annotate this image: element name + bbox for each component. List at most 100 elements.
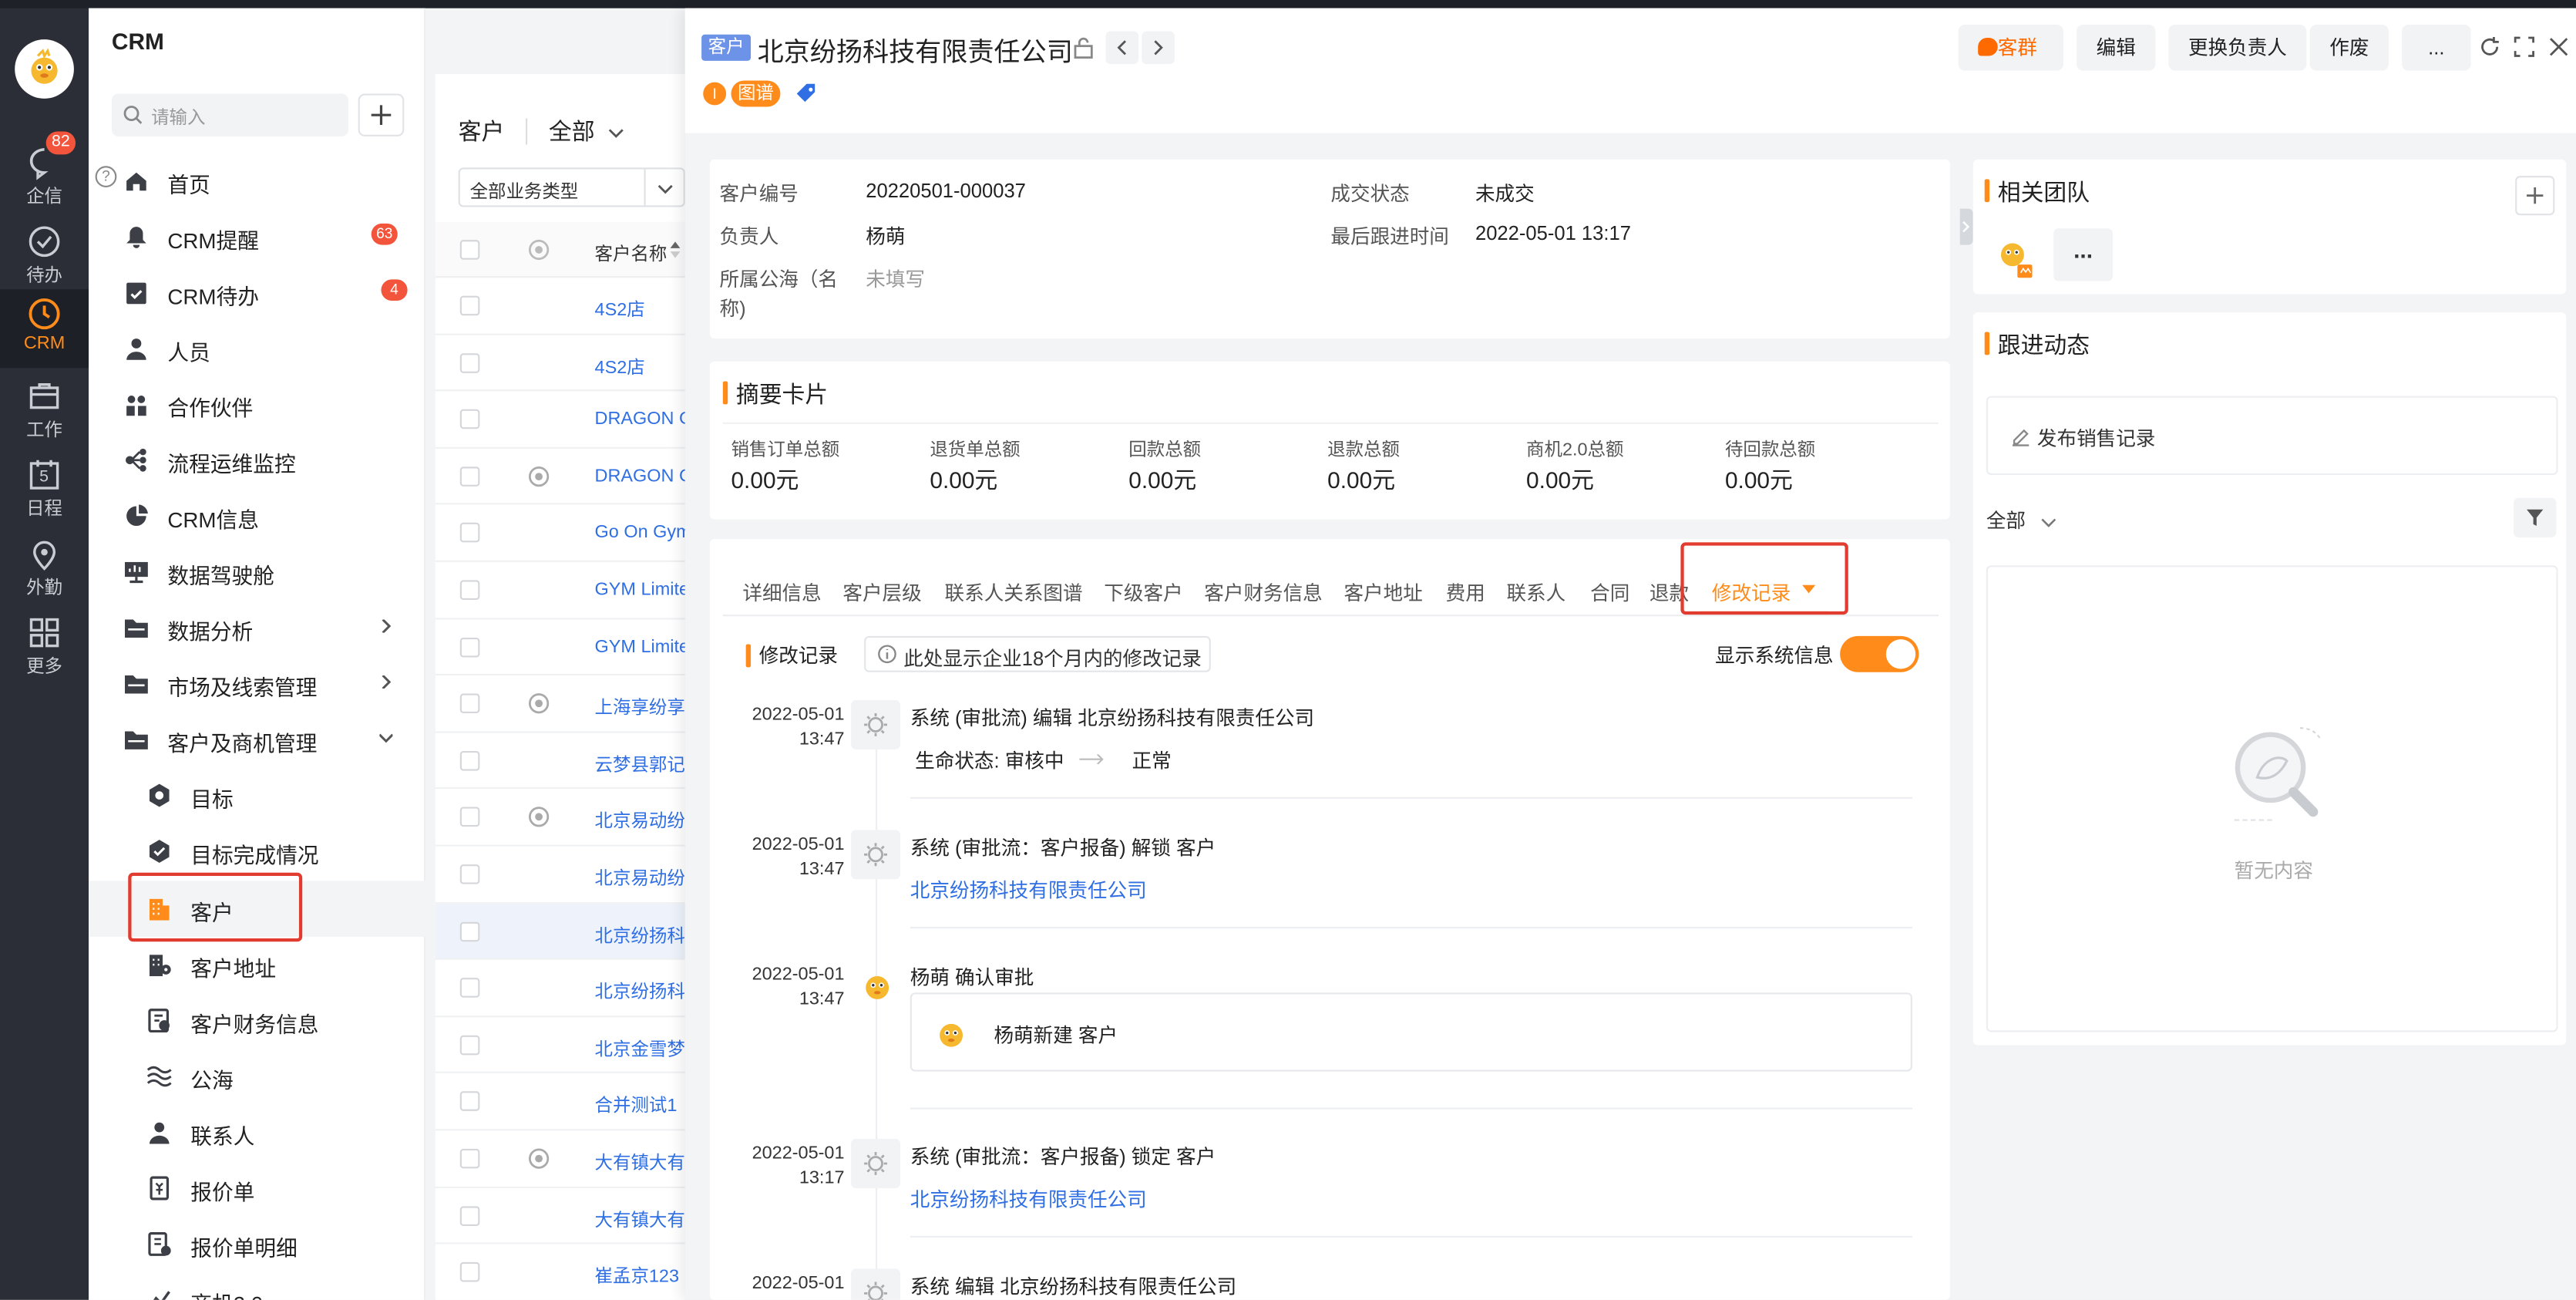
customer-link[interactable]: 北京纷扬科技有限责任公司 xyxy=(910,1185,1147,1213)
fullscreen-icon[interactable] xyxy=(2514,36,2535,58)
summary-value[interactable]: 0.00元 xyxy=(1327,463,1395,497)
edit-button[interactable]: 编辑 xyxy=(2077,24,2156,71)
row-checkbox[interactable] xyxy=(459,1205,480,1226)
void-button[interactable]: 作废 xyxy=(2309,24,2389,71)
avatar[interactable] xyxy=(1993,232,2035,281)
table-row[interactable]: 崔孟京123 xyxy=(435,1244,685,1300)
table-row[interactable]: 4S2店 xyxy=(435,278,685,335)
rail-item-qixin[interactable]: 企信 xyxy=(0,138,89,214)
change-owner-button[interactable]: 更换负责人 xyxy=(2168,24,2307,71)
rail-item-todo[interactable]: 待办 xyxy=(0,217,89,292)
row-checkbox[interactable] xyxy=(459,523,480,544)
row-checkbox[interactable] xyxy=(459,807,480,827)
customer-name-link[interactable]: DRAGON G xyxy=(595,466,685,487)
summary-value[interactable]: 0.00元 xyxy=(1128,463,1196,497)
tab-7[interactable]: 联系人 xyxy=(1506,578,1565,606)
sidebar-item-crm-reminder[interactable]: CRM提醒 63 xyxy=(89,209,425,264)
customer-name-link[interactable]: 北京金雪梦 xyxy=(595,1035,685,1061)
summary-value[interactable]: 0.00元 xyxy=(1526,463,1594,497)
customer-name-link[interactable]: 北京纷扬科 xyxy=(595,921,685,948)
tab-2[interactable]: 联系人关系图谱 xyxy=(945,578,1083,606)
system-info-toggle[interactable] xyxy=(1840,635,1919,672)
summary-value[interactable]: 0.00元 xyxy=(1725,463,1793,497)
row-checkbox[interactable] xyxy=(459,580,480,600)
row-checkbox[interactable] xyxy=(459,1148,480,1169)
row-checkbox[interactable] xyxy=(459,295,480,316)
sidebar-sub-target-progress[interactable]: 目标完成情况 xyxy=(89,823,425,879)
sidebar-sub-contacts[interactable]: 联系人 xyxy=(89,1104,425,1160)
customer-name-link[interactable]: GYM Limited xyxy=(595,580,685,600)
table-row[interactable]: 北京纷扬科 xyxy=(435,903,685,961)
customer-name-link[interactable]: 4S2店 xyxy=(595,296,685,322)
table-row[interactable]: 大有镇大有 xyxy=(435,1187,685,1244)
tab-5[interactable]: 客户地址 xyxy=(1343,578,1422,606)
sidebar-sub-customer-finance[interactable]: 客户财务信息 xyxy=(89,992,425,1048)
row-checkbox[interactable] xyxy=(459,864,480,884)
tab-1[interactable]: 客户层级 xyxy=(842,578,921,606)
sidebar-item-crm-todo[interactable]: CRM待办 4 xyxy=(89,264,425,320)
sidebar-item-partners[interactable]: 合作伙伴 xyxy=(89,376,425,432)
row-checkbox[interactable] xyxy=(459,409,480,429)
table-row[interactable]: 北京纷扬科 xyxy=(435,960,685,1017)
customer-name-link[interactable]: DRAGON G xyxy=(595,409,685,429)
sidebar-search-input[interactable]: 请输入 xyxy=(111,93,348,136)
row-checkbox[interactable] xyxy=(459,1035,480,1055)
row-checkbox[interactable] xyxy=(459,1262,480,1282)
customer-name-link[interactable]: 北京易动纷 xyxy=(595,807,685,834)
table-row[interactable]: GYM Limited xyxy=(435,619,685,676)
list-filter-dropdown[interactable]: 全部 xyxy=(549,115,624,148)
prev-record-button[interactable] xyxy=(1105,31,1139,65)
tab-8[interactable]: 合同 xyxy=(1590,578,1629,606)
lock-icon[interactable] xyxy=(1073,36,1095,59)
table-row[interactable]: 大有镇大有 xyxy=(435,1130,685,1188)
sidebar-item-customer-opportunity[interactable]: 客户及商机管理 xyxy=(89,712,425,767)
tab-0[interactable]: 详细信息 xyxy=(742,578,821,606)
business-type-select[interactable]: 全部业务类型 xyxy=(458,167,685,207)
sort-icon[interactable] xyxy=(668,241,681,258)
summary-value[interactable]: 0.00元 xyxy=(731,463,799,497)
column-customer-name[interactable]: 客户名称 xyxy=(595,240,668,266)
row-checkbox[interactable] xyxy=(459,921,480,941)
refresh-icon[interactable] xyxy=(2479,36,2500,58)
target-settings-icon[interactable] xyxy=(527,238,550,261)
rail-item-calendar[interactable]: 5 日程 xyxy=(0,450,89,526)
owner-value[interactable]: 杨萌 xyxy=(866,222,905,250)
sidebar-item-data-analysis[interactable]: 数据分析 xyxy=(89,600,425,655)
row-checkbox[interactable] xyxy=(459,693,480,714)
follow-filter-button[interactable] xyxy=(2514,497,2557,537)
sidebar-sub-customer-address[interactable]: 客户地址 xyxy=(89,937,425,992)
sidebar-item-data-cockpit[interactable]: 数据驾驶舱 xyxy=(89,544,425,599)
customer-name-link[interactable]: 上海享纷享 xyxy=(595,694,685,720)
customer-name-link[interactable]: 崔孟京123 xyxy=(595,1262,685,1288)
sidebar-item-people[interactable]: 人员 xyxy=(89,321,425,376)
summary-value[interactable]: 0.00元 xyxy=(930,463,997,497)
next-record-button[interactable] xyxy=(1142,31,1175,65)
tag-icon[interactable] xyxy=(793,80,819,106)
row-checkbox[interactable] xyxy=(459,352,480,372)
row-checkbox[interactable] xyxy=(459,1092,480,1112)
rail-item-field[interactable]: 外勤 xyxy=(0,529,89,605)
row-checkbox[interactable] xyxy=(459,978,480,999)
team-more-button[interactable]: ... xyxy=(2053,228,2113,281)
table-row[interactable]: Go On Gym xyxy=(435,505,685,562)
customer-name-link[interactable]: 合并测试1 xyxy=(595,1092,685,1118)
tab-6[interactable]: 费用 xyxy=(1446,578,1485,606)
table-row[interactable]: 北京易动纷 xyxy=(435,847,685,904)
sidebar-sub-public-sea[interactable]: 公海 xyxy=(89,1049,425,1104)
tab-3[interactable]: 下级客户 xyxy=(1104,578,1182,606)
table-row[interactable]: 合并测试1 xyxy=(435,1074,685,1131)
table-row[interactable]: DRAGON G xyxy=(435,392,685,449)
publish-sales-record-input[interactable]: 发布销售记录 xyxy=(1986,396,2558,475)
customer-group-button[interactable]: 客群 xyxy=(1958,24,2064,71)
customer-link[interactable]: 北京纷扬科技有限责任公司 xyxy=(910,876,1147,904)
table-row[interactable]: GYM Limited xyxy=(435,562,685,619)
more-actions-button[interactable]: ... xyxy=(2402,24,2471,71)
sidebar-sub-target[interactable]: 目标 xyxy=(89,767,425,823)
row-checkbox[interactable] xyxy=(459,637,480,657)
select-all-checkbox[interactable] xyxy=(459,240,480,260)
rail-item-work[interactable]: 工作 xyxy=(0,372,89,447)
table-row[interactable]: 北京易动纷 xyxy=(435,790,685,847)
sidebar-item-crm-info[interactable]: CRM信息 xyxy=(89,488,425,544)
table-row[interactable]: 北京金雪梦 xyxy=(435,1017,685,1074)
graph-tag[interactable]: 图谱 xyxy=(731,80,781,107)
